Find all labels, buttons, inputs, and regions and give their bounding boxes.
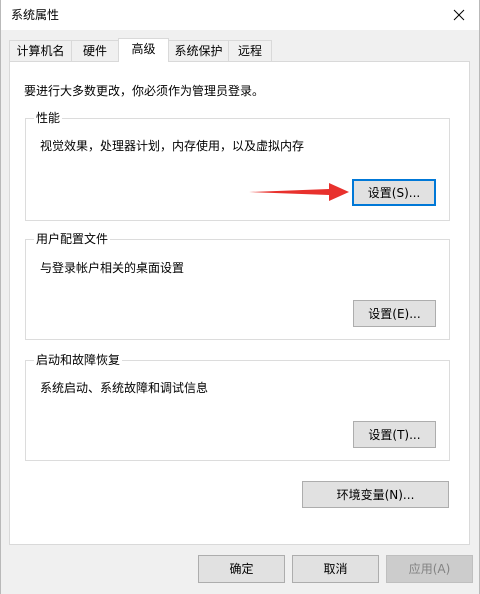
ok-button[interactable]: 确定 — [198, 555, 285, 583]
tab-advanced[interactable]: 高级 — [118, 38, 169, 62]
environment-variables-button[interactable]: 环境变量(N)... — [302, 481, 449, 508]
close-icon — [453, 9, 465, 21]
user-profiles-settings-button[interactable]: 设置(E)... — [353, 300, 436, 327]
tab-hardware[interactable]: 硬件 — [71, 40, 119, 61]
admin-notice: 要进行大多数更改，你必须作为管理员登录。 — [24, 84, 265, 98]
tab-system-protection[interactable]: 系统保护 — [168, 40, 229, 61]
cancel-button[interactable]: 取消 — [292, 555, 379, 583]
startup-recovery-group-title: 启动和故障恢复 — [34, 353, 123, 367]
red-arrow-icon — [249, 183, 349, 201]
performance-settings-button[interactable]: 设置(S)... — [352, 179, 436, 206]
window-title: 系统属性 — [11, 8, 60, 22]
system-properties-window: 系统属性 计算机名 硬件 高级 系统保护 远程 要进行大多数更改，你必须作为管理… — [0, 0, 480, 594]
tab-computer-name[interactable]: 计算机名 — [9, 40, 72, 61]
startup-recovery-settings-button[interactable]: 设置(T)... — [353, 421, 436, 448]
user-profiles-group-title: 用户配置文件 — [34, 232, 111, 246]
close-button[interactable] — [439, 0, 479, 30]
performance-description: 视觉效果，处理器计划，内存使用，以及虚拟内存 — [40, 139, 305, 153]
startup-recovery-description: 系统启动、系统故障和调试信息 — [40, 381, 209, 395]
title-bar: 系统属性 — [1, 0, 479, 30]
apply-button: 应用(A) — [386, 555, 473, 583]
user-profiles-description: 与登录帐户相关的桌面设置 — [40, 261, 185, 275]
tab-remote[interactable]: 远程 — [228, 40, 272, 61]
performance-group-title: 性能 — [34, 111, 63, 125]
